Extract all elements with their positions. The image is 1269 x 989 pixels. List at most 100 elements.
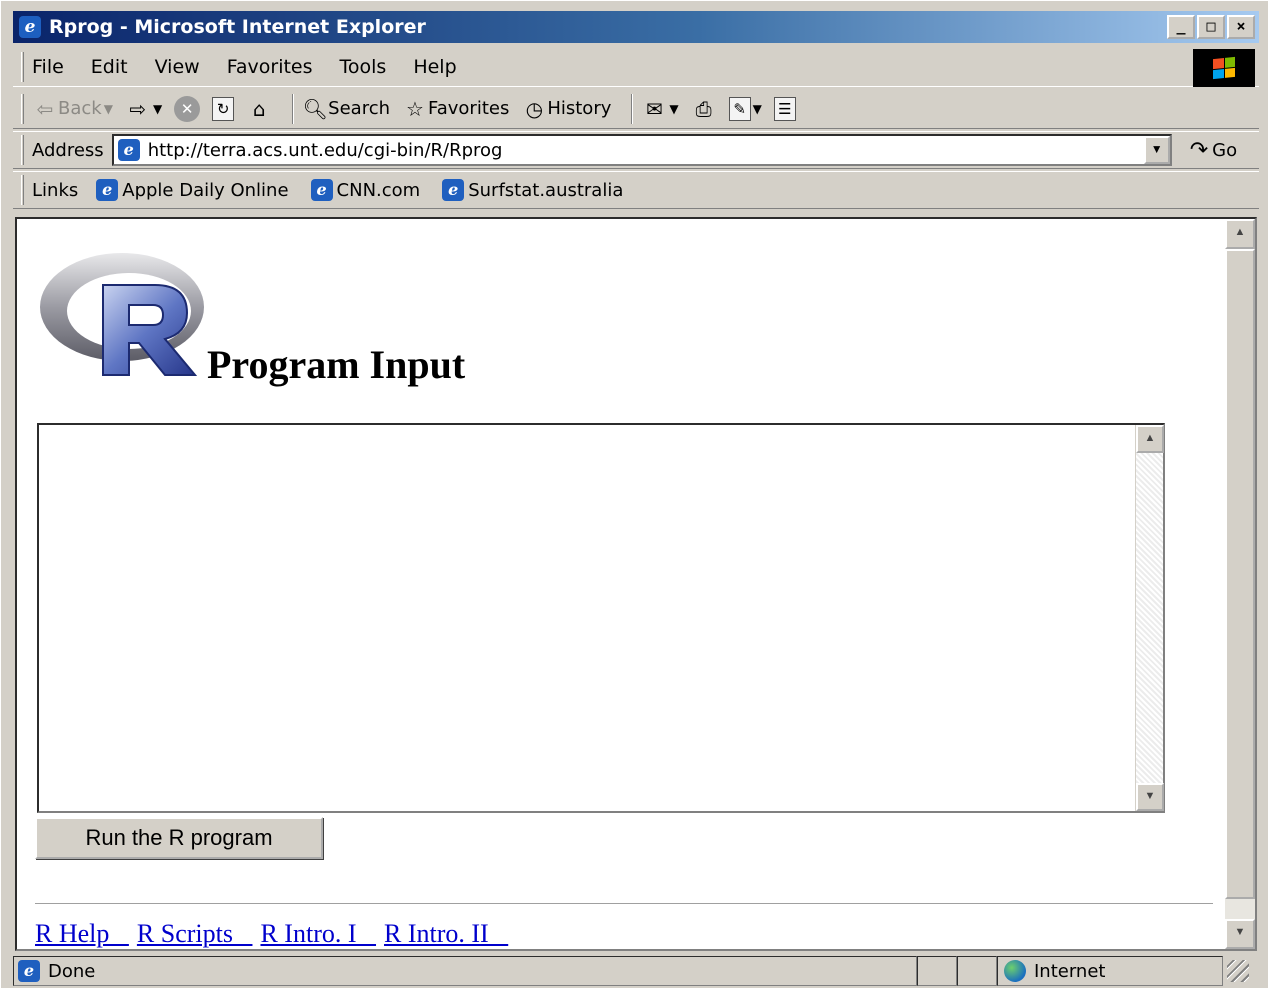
address-dropdown-button[interactable]: ▼ <box>1143 136 1170 164</box>
horizontal-divider <box>35 903 1213 905</box>
page-icon: e <box>310 179 333 201</box>
history-label: History <box>547 98 612 119</box>
print-button[interactable]: ⎙ <box>691 96 717 122</box>
link-label: Apple Daily Online <box>122 179 289 201</box>
page-scrollbar[interactable]: ▲ ▼ <box>1225 219 1255 949</box>
links-bar: Links e Apple Daily Online e CNN.com e S… <box>13 171 1259 209</box>
toolbar-grip[interactable] <box>21 135 24 165</box>
menu-favorites[interactable]: Favorites <box>227 56 313 78</box>
footer-links: R Help R Scripts R Intro. I R Intro. II <box>35 919 516 949</box>
link-cnn[interactable]: e CNN.com <box>310 179 421 201</box>
history-clock-icon: ◷ <box>525 96 544 121</box>
status-panel <box>917 956 957 986</box>
page-content: Program Input ▲ ▼ Run the R program R He… <box>15 217 1257 951</box>
favorites-star-icon: ☆ <box>406 96 424 121</box>
window-controls: _ □ × <box>1167 15 1255 39</box>
edit-page-icon: ✎ <box>728 96 751 121</box>
scroll-up-icon[interactable]: ▲ <box>1136 425 1164 453</box>
refresh-button[interactable]: ↻ <box>212 96 235 121</box>
mail-icon: ✉ <box>645 96 663 121</box>
maximize-button[interactable]: □ <box>1197 15 1225 39</box>
history-button[interactable]: ◷ History <box>521 96 612 122</box>
link-r-intro-1[interactable]: R Intro. I <box>260 919 376 949</box>
textarea-scrollbar[interactable]: ▲ ▼ <box>1135 425 1164 811</box>
page-icon: e <box>18 960 40 982</box>
scroll-up-icon[interactable]: ▲ <box>1225 219 1255 249</box>
back-arrow-icon: ⇦ <box>36 96 54 121</box>
status-text: Done <box>48 960 96 982</box>
status-message: e Done <box>13 956 917 986</box>
standard-toolbar: ⇦ Back ▼ ⇨ ▼ ✕ ↻ ⌂ 🔍︎ Search ☆ Favorites… <box>13 89 1259 129</box>
security-zone: Internet <box>997 956 1223 986</box>
scroll-thumb[interactable] <box>1225 249 1255 899</box>
status-panel <box>957 956 997 986</box>
search-button[interactable]: 🔍︎ Search <box>302 96 390 122</box>
back-label: Back <box>58 98 102 119</box>
forward-button[interactable]: ⇨ ▼ <box>125 96 163 122</box>
globe-icon <box>1004 960 1026 982</box>
discuss-icon: ☰ <box>773 96 796 121</box>
refresh-icon: ↻ <box>212 96 235 121</box>
menu-view[interactable]: View <box>155 56 200 78</box>
link-r-help[interactable]: R Help <box>35 919 129 949</box>
page-icon: e <box>442 179 465 201</box>
go-arrow-icon: ↷ <box>1189 137 1209 163</box>
ie-logo-icon: e <box>19 16 41 38</box>
window-title: Rprog - Microsoft Internet Explorer <box>49 16 426 38</box>
link-apple-daily[interactable]: e Apple Daily Online <box>96 179 289 201</box>
mail-button[interactable]: ✉ ▼ <box>641 96 679 122</box>
toolbar-grip[interactable] <box>21 93 24 124</box>
stop-button[interactable]: ✕ <box>174 95 201 122</box>
page-icon: e <box>96 179 119 201</box>
favorites-label: Favorites <box>428 98 510 119</box>
menu-edit[interactable]: Edit <box>91 56 128 78</box>
address-input[interactable] <box>147 139 1138 161</box>
toolbar-grip[interactable] <box>21 175 24 205</box>
chevron-down-icon[interactable]: ▼ <box>753 102 762 116</box>
go-button[interactable]: ↷ Go <box>1190 138 1237 163</box>
address-bar: Address e ▼ ↷ Go <box>13 131 1259 169</box>
back-button[interactable]: ⇦ Back ▼ <box>32 96 113 122</box>
run-r-program-button[interactable]: Run the R program <box>35 817 323 859</box>
zone-label: Internet <box>1034 960 1106 982</box>
home-button[interactable]: ⌂ <box>246 96 272 122</box>
link-r-scripts[interactable]: R Scripts <box>137 919 253 949</box>
search-label: Search <box>328 98 391 119</box>
minimize-button[interactable]: _ <box>1167 15 1195 39</box>
windows-logo-icon <box>1193 49 1255 87</box>
chevron-down-icon[interactable]: ▼ <box>153 102 162 116</box>
r-logo-icon <box>40 253 204 376</box>
discuss-button[interactable]: ☰ <box>773 96 796 121</box>
page-icon: e <box>117 139 140 161</box>
link-r-intro-2[interactable]: R Intro. II <box>384 919 508 949</box>
browser-window: e Rprog - Microsoft Internet Explorer _ … <box>0 0 1269 989</box>
toolbar-separator <box>292 93 295 124</box>
address-label: Address <box>32 139 104 161</box>
menu-file[interactable]: File <box>32 56 64 78</box>
scroll-down-icon[interactable]: ▼ <box>1225 919 1255 949</box>
link-surfstat[interactable]: e Surfstat.australia <box>442 179 623 201</box>
menu-tools[interactable]: Tools <box>340 56 387 78</box>
links-label: Links <box>32 179 79 201</box>
edit-button[interactable]: ✎ ▼ <box>728 96 762 121</box>
go-label: Go <box>1212 139 1238 161</box>
close-button[interactable]: × <box>1227 15 1255 39</box>
status-bar: e Done Internet <box>13 955 1263 987</box>
toolbar-grip[interactable] <box>21 51 24 82</box>
r-program-input[interactable] <box>37 423 1165 813</box>
link-label: CNN.com <box>336 179 421 201</box>
scroll-down-icon[interactable]: ▼ <box>1136 783 1164 811</box>
menu-bar: File Edit View Favorites Tools Help <box>13 47 1259 87</box>
home-icon: ⌂ <box>252 96 266 121</box>
page-title: Program Input <box>207 342 466 387</box>
chevron-down-icon[interactable]: ▼ <box>104 102 113 116</box>
forward-arrow-icon: ⇨ <box>129 96 147 121</box>
chevron-down-icon[interactable]: ▼ <box>669 102 678 116</box>
address-field[interactable]: e ▼ <box>111 134 1172 166</box>
toolbar-separator <box>631 93 634 124</box>
menu-help[interactable]: Help <box>413 56 456 78</box>
resize-grip-icon[interactable] <box>1227 960 1249 982</box>
favorites-button[interactable]: ☆ Favorites <box>402 96 509 122</box>
link-label: Surfstat.australia <box>468 179 624 201</box>
stop-icon: ✕ <box>174 95 201 122</box>
